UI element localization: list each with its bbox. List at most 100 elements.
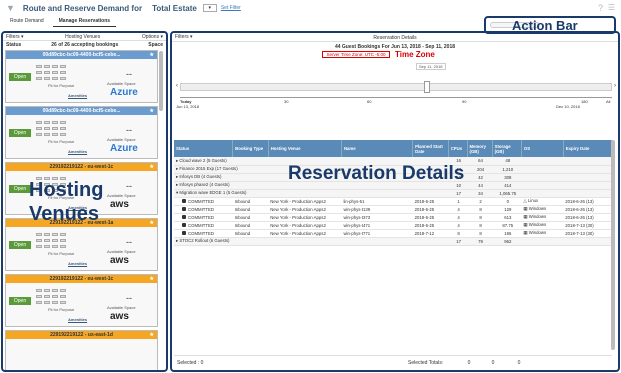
total-storage: 0 bbox=[517, 359, 521, 366]
venue-card[interactable]: 00d89cbc-bc09-4400-bcf5-cebe... ★ Open Fi… bbox=[5, 106, 158, 159]
venue-cell: New York - Production Apps2 bbox=[268, 229, 342, 238]
os-cell: Windows bbox=[528, 214, 547, 219]
venue-name: 229192219122 - us-east-1d bbox=[50, 332, 113, 338]
table-row[interactable]: COMMITTED Inbound New York - Production Ap… bbox=[174, 213, 612, 222]
estate-name: Total Estate bbox=[152, 3, 197, 13]
space-value: -- bbox=[126, 181, 132, 191]
aws-logo: aws bbox=[110, 311, 129, 322]
storage-cell: 0 bbox=[492, 197, 522, 206]
table-row[interactable]: COMMITTED Inbound New York - Production Ap… bbox=[174, 229, 612, 238]
name-cell: win-phys-t139 bbox=[341, 205, 413, 214]
name-cell: win-phys-t471 bbox=[341, 221, 413, 230]
table-row[interactable]: COMMITTED Inbound New York - Production Ap… bbox=[174, 221, 612, 230]
column-header[interactable]: Memory (GB) bbox=[467, 140, 493, 157]
fit-for-purpose-label: Fit for Purpose bbox=[48, 307, 75, 312]
column-header[interactable]: Expiry Date bbox=[563, 140, 613, 157]
expiry-cell: 2018-6-26 (13) bbox=[563, 197, 612, 206]
memory-cell: 8 bbox=[467, 213, 493, 222]
star-icon[interactable]: ★ bbox=[150, 164, 154, 170]
timeline-left-arrow[interactable]: ‹ bbox=[176, 83, 178, 89]
column-header[interactable]: CPUs bbox=[448, 140, 468, 157]
column-header[interactable]: Name bbox=[341, 140, 414, 157]
venues-filters-dropdown[interactable]: Filters ▾ bbox=[6, 34, 24, 40]
venue-card[interactable]: 229192219122 - us-east-1d ★ bbox=[5, 330, 158, 370]
status-cell: COMMITTED bbox=[188, 206, 215, 212]
amenities-link[interactable]: Amenities bbox=[68, 317, 87, 322]
timeline-right-arrow[interactable]: › bbox=[614, 83, 616, 89]
table-row[interactable]: COMMITTED Inbound New York - Production Ap… bbox=[174, 197, 612, 206]
column-header[interactable]: Status bbox=[174, 140, 234, 157]
timeline-handle[interactable] bbox=[424, 81, 430, 93]
memory-cell: 8 bbox=[467, 205, 493, 214]
lock-icon bbox=[182, 222, 186, 227]
space-value: -- bbox=[126, 69, 132, 79]
venue-count: 26 of 26 accepting bookings bbox=[51, 42, 119, 48]
venue-header: 229192219122 - eu-west-1c ★ bbox=[6, 163, 157, 171]
group-label: ▸ STOC2 Rollout (6 Guests) bbox=[174, 237, 449, 246]
venue-name: 229192219122 - eu-west-1c bbox=[49, 164, 114, 170]
amenities-link[interactable]: Amenities bbox=[68, 261, 87, 266]
group-row[interactable]: ▾ Migration wave EDGE 1 (5 Guests) 17 34 1,… bbox=[174, 189, 612, 198]
column-header[interactable]: Booking Type bbox=[232, 140, 269, 157]
start-date-cell: 2018-6-25 bbox=[412, 221, 449, 230]
selected-totals-label: Selected Totals: bbox=[408, 359, 444, 366]
menu-icon[interactable]: ☰ bbox=[608, 3, 615, 12]
star-icon[interactable]: ★ bbox=[150, 332, 154, 338]
set-filter-link[interactable]: Set Filter bbox=[221, 5, 241, 11]
tick-180[interactable]: 180 bbox=[581, 99, 588, 104]
venue-card[interactable]: 00d89cbc-bc09-4400-bcf5-cebe... ★ Open Fi… bbox=[5, 50, 158, 103]
tick-30[interactable]: 30 bbox=[284, 99, 288, 104]
group-row[interactable]: ▸ STOC2 Rollout (6 Guests) 17 79 962 bbox=[174, 237, 612, 246]
table-row[interactable]: COMMITTED Inbound New York - Production Ap… bbox=[174, 205, 612, 214]
reservation-title: Reservation Details bbox=[373, 35, 417, 41]
fit-for-purpose-label: Fit for Purpose bbox=[48, 251, 75, 256]
available-space-label: Available Space bbox=[107, 81, 136, 86]
total-cpus: 0 bbox=[467, 359, 471, 366]
reservation-scrollbar[interactable] bbox=[611, 140, 615, 350]
column-header[interactable]: Hosting Venue bbox=[268, 140, 342, 157]
tick-90[interactable]: 90 bbox=[462, 99, 466, 104]
open-badge: Open bbox=[9, 185, 31, 193]
available-space-label: Available Space bbox=[107, 137, 136, 142]
server-time-zone: Server Time Zone: UTC -5:00 bbox=[322, 51, 390, 58]
star-icon[interactable]: ★ bbox=[150, 220, 154, 226]
venue-header: 00d89cbc-bc09-4400-bcf5-cebe... ★ bbox=[6, 51, 157, 59]
help-icon[interactable]: ? bbox=[598, 3, 603, 13]
star-icon[interactable]: ★ bbox=[150, 276, 154, 282]
booking-type-cell: Inbound bbox=[232, 205, 269, 214]
tick-all[interactable]: All bbox=[606, 99, 610, 104]
funnel-icon[interactable]: ▼ bbox=[6, 3, 15, 13]
azure-logo: Azure bbox=[110, 143, 138, 154]
amenities-link[interactable]: Amenities bbox=[68, 149, 87, 154]
timeline-track[interactable] bbox=[180, 83, 612, 91]
venues-scrollbar[interactable] bbox=[159, 51, 163, 111]
star-icon[interactable]: ★ bbox=[150, 52, 154, 58]
space-value: -- bbox=[126, 237, 132, 247]
estate-dropdown[interactable]: ▾ bbox=[202, 4, 217, 12]
name-cell: lin-phys-51 bbox=[341, 197, 413, 206]
group-memory: 204 bbox=[467, 165, 493, 174]
star-icon[interactable]: ★ bbox=[150, 108, 154, 114]
venue-cell: New York - Production Apps2 bbox=[268, 221, 342, 230]
memory-cell: 8 bbox=[467, 221, 493, 230]
capability-row bbox=[36, 233, 106, 238]
tab-manage-reservations[interactable]: Manage Reservations bbox=[52, 17, 117, 27]
venues-options-dropdown[interactable]: Options ▾ bbox=[142, 34, 163, 40]
memory-cell: 2 bbox=[467, 197, 493, 206]
name-cell: win-phys-t771 bbox=[341, 229, 413, 238]
venue-card[interactable]: 229192219122 - eu-west-1c ★ Open Fit for … bbox=[5, 274, 158, 327]
booking-type-cell: Inbound bbox=[232, 229, 269, 238]
capability-row bbox=[36, 301, 106, 306]
os-cell: Windows bbox=[528, 222, 547, 227]
cpus-cell: 1 bbox=[448, 197, 468, 206]
tab-route-demand[interactable]: Route Demand bbox=[4, 17, 50, 27]
column-header[interactable]: OS bbox=[521, 140, 564, 157]
amenities-link[interactable]: Amenities bbox=[68, 93, 87, 98]
hosting-venues-panel: Filters ▾ Hosting Venues Options ▾ Statu… bbox=[1, 31, 168, 372]
column-header[interactable]: Planned Start Date bbox=[412, 140, 449, 157]
status-cell: COMMITTED bbox=[188, 222, 215, 228]
venue-cell: New York - Production Apps2 bbox=[268, 197, 342, 206]
column-header[interactable]: Storage (GB) bbox=[492, 140, 522, 157]
venues-header: Filters ▾ Hosting Venues Options ▾ bbox=[3, 33, 166, 41]
tick-60[interactable]: 60 bbox=[367, 99, 371, 104]
